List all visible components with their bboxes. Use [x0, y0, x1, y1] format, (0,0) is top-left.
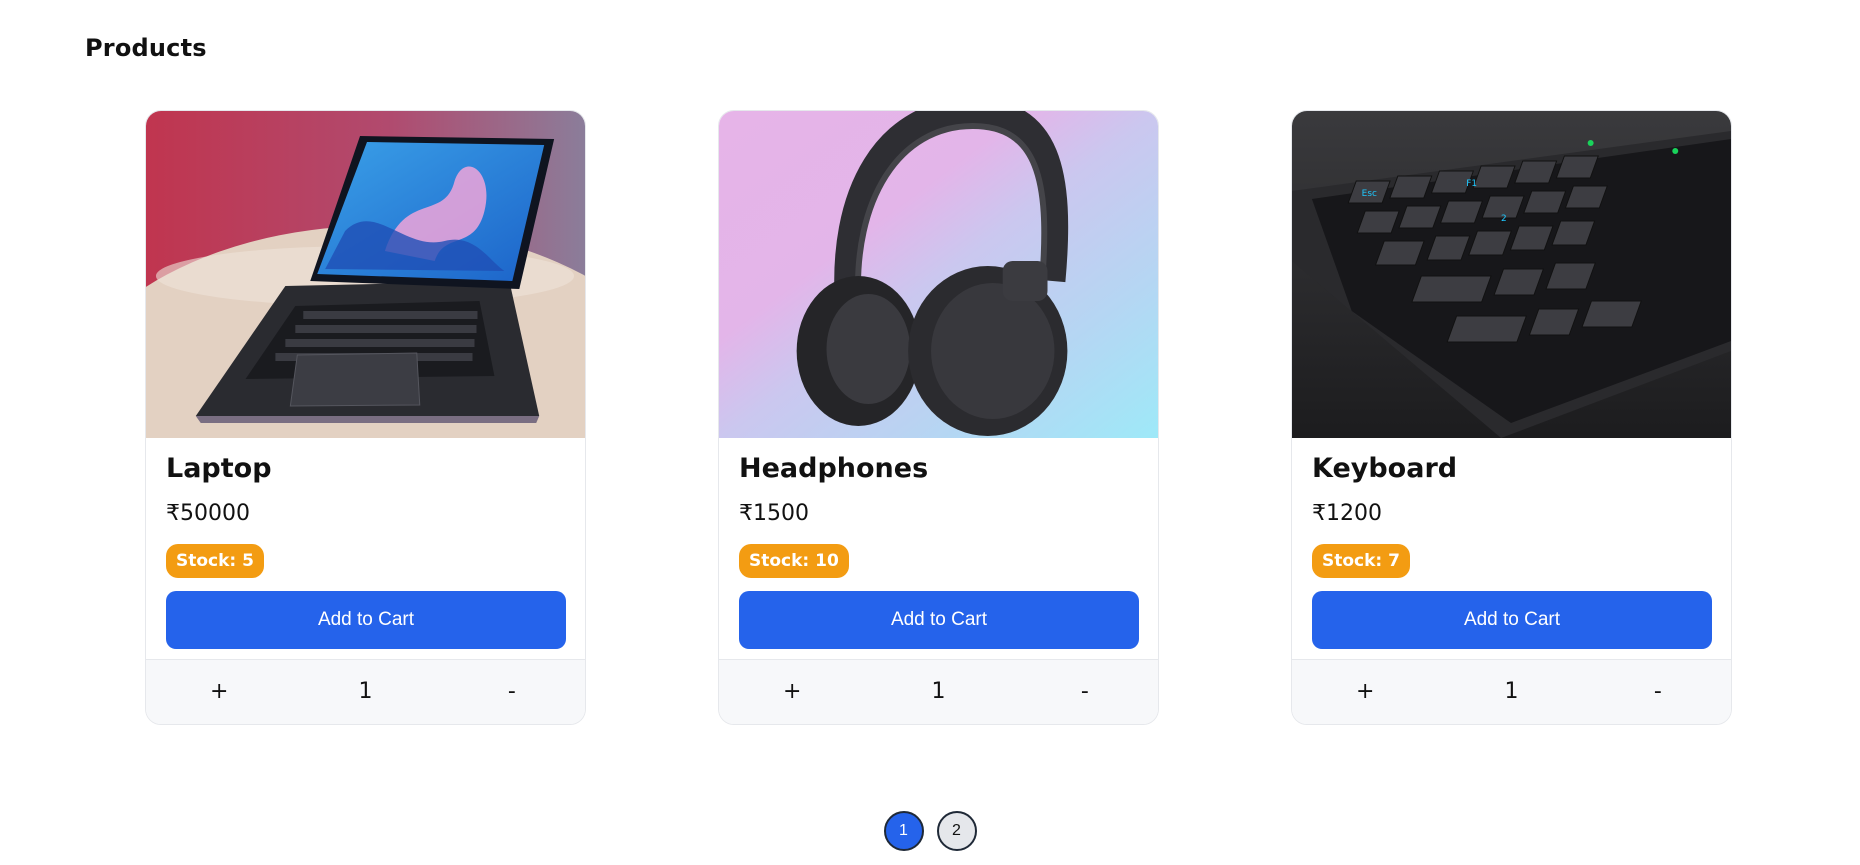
product-card-headphones: Headphones ₹1500 Stock: 10 Add to Cart +…: [718, 110, 1159, 725]
laptop-image: [146, 111, 585, 438]
add-to-cart-button[interactable]: Add to Cart: [1312, 591, 1712, 649]
svg-text:F1: F1: [1466, 179, 1477, 189]
page-2-button[interactable]: 2: [936, 811, 977, 851]
product-card-keyboard: Esc F1 2 Keyboard ₹1200 Stock: 7 Add to …: [1291, 110, 1732, 725]
decrement-button[interactable]: -: [1644, 679, 1672, 704]
keyboard-image: Esc F1 2: [1292, 111, 1731, 438]
product-card-laptop: Laptop ₹50000 Stock: 5 Add to Cart + 1 -: [145, 110, 586, 725]
increment-button[interactable]: +: [773, 679, 811, 704]
product-price: ₹1500: [739, 501, 809, 526]
svg-text:Esc: Esc: [1362, 189, 1377, 199]
decrement-button[interactable]: -: [1071, 679, 1099, 704]
decrement-button[interactable]: -: [498, 679, 526, 704]
stock-badge: Stock: 10: [739, 544, 849, 578]
quantity-value: 1: [931, 679, 946, 704]
pagination: 1 2: [0, 811, 1860, 851]
product-price: ₹50000: [166, 501, 250, 526]
product-grid: Laptop ₹50000 Stock: 5 Add to Cart + 1 -: [145, 110, 1732, 725]
product-name: Headphones: [739, 453, 929, 484]
increment-button[interactable]: +: [1346, 679, 1384, 704]
quantity-stepper: + 1 -: [146, 659, 585, 724]
quantity-stepper: + 1 -: [719, 659, 1158, 724]
quantity-value: 1: [1504, 679, 1519, 704]
add-to-cart-button[interactable]: Add to Cart: [166, 591, 566, 649]
svg-text:2: 2: [1501, 214, 1507, 224]
add-to-cart-button[interactable]: Add to Cart: [739, 591, 1139, 649]
product-name: Laptop: [166, 453, 272, 484]
page-title: Products: [85, 34, 207, 62]
page-1-button[interactable]: 1: [883, 811, 924, 851]
quantity-stepper: + 1 -: [1292, 659, 1731, 724]
product-price: ₹1200: [1312, 501, 1382, 526]
headphones-image: [719, 111, 1158, 438]
increment-button[interactable]: +: [200, 679, 238, 704]
stock-badge: Stock: 7: [1312, 544, 1410, 578]
stock-badge: Stock: 5: [166, 544, 264, 578]
quantity-value: 1: [358, 679, 373, 704]
product-name: Keyboard: [1312, 453, 1458, 484]
